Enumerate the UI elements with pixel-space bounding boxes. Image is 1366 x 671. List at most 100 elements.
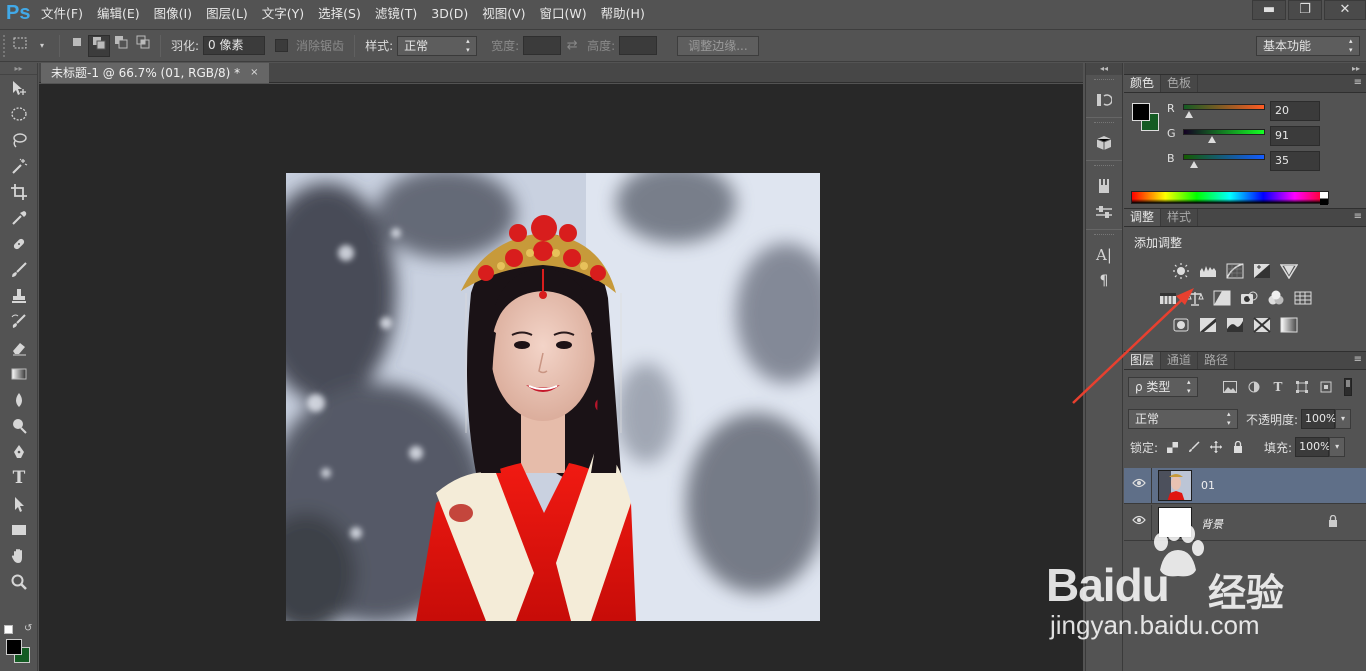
healing-brush-icon[interactable] xyxy=(0,231,38,257)
menu-view[interactable]: 视图(V) xyxy=(475,0,532,27)
feather-input[interactable]: 0 像素 xyxy=(203,36,266,55)
menu-help[interactable]: 帮助(H) xyxy=(594,0,652,27)
tab-styles[interactable]: 样式 xyxy=(1161,209,1199,226)
restore-button[interactable]: ❐ xyxy=(1288,0,1322,20)
tab-channels[interactable]: 通道 xyxy=(1161,352,1199,369)
document-image[interactable] xyxy=(286,173,820,621)
selective-color-icon[interactable] xyxy=(1251,315,1273,335)
tab-swatches[interactable]: 色板 xyxy=(1161,75,1199,92)
workspace-select[interactable]: 基本功能 xyxy=(1256,35,1360,56)
tab-layers[interactable]: 图层 xyxy=(1124,352,1162,369)
move-tool-icon[interactable] xyxy=(0,75,38,101)
opacity-dropdown-icon[interactable]: ▾ xyxy=(1335,409,1352,429)
foreground-swatch[interactable] xyxy=(1132,103,1150,121)
lock-transparent-icon[interactable] xyxy=(1164,439,1180,455)
eraser-tool-icon[interactable] xyxy=(0,335,38,361)
eyedropper-icon[interactable] xyxy=(0,205,38,231)
panels-collapse-icon[interactable]: ▸▸ xyxy=(1124,63,1366,75)
channel-value-input[interactable]: 35 xyxy=(1270,151,1320,171)
style-select[interactable]: 正常 xyxy=(397,35,478,56)
visibility-eye-icon[interactable] xyxy=(1132,478,1148,492)
opacity-input[interactable]: 100% xyxy=(1301,409,1337,429)
adjustment-filter-icon[interactable] xyxy=(1244,378,1264,396)
intersect-selection-icon[interactable] xyxy=(132,35,154,57)
slider-thumb-icon[interactable] xyxy=(1185,111,1194,118)
swap-colors-icon[interactable]: ↺ xyxy=(24,623,32,634)
panel-menu-icon[interactable]: ≡ xyxy=(1354,77,1362,89)
new-selection-icon[interactable] xyxy=(66,35,88,57)
add-selection-icon[interactable] xyxy=(88,34,110,57)
type-filter-icon[interactable]: T xyxy=(1268,378,1288,396)
toolbar-collapse-icon[interactable]: ▸▸ xyxy=(0,63,37,75)
default-colors-icon[interactable] xyxy=(4,625,13,634)
invert-icon[interactable] xyxy=(1170,315,1192,335)
color-lookup-icon[interactable] xyxy=(1292,288,1314,308)
height-input[interactable] xyxy=(619,36,658,55)
blend-mode-select[interactable]: 正常 xyxy=(1128,409,1238,429)
path-selection-icon[interactable] xyxy=(0,491,38,517)
levels-icon[interactable] xyxy=(1197,261,1219,281)
type-tool-icon[interactable]: T xyxy=(0,465,38,491)
layer-thumbnail[interactable] xyxy=(1158,507,1192,538)
dock-grip[interactable] xyxy=(1094,79,1114,87)
curves-icon[interactable] xyxy=(1224,261,1246,281)
panel-menu-icon[interactable]: ≡ xyxy=(1354,211,1362,223)
visibility-eye-icon[interactable] xyxy=(1132,515,1148,529)
dock-grip[interactable] xyxy=(1094,234,1114,242)
tab-adjustments[interactable]: 调整 xyxy=(1124,209,1162,226)
pen-tool-icon[interactable] xyxy=(0,439,38,465)
layer-row[interactable]: 01 xyxy=(1124,468,1366,504)
channel-value-input[interactable]: 91 xyxy=(1270,126,1320,146)
menu-type[interactable]: 文字(Y) xyxy=(255,0,311,27)
zoom-tool-icon[interactable] xyxy=(0,569,38,595)
fill-input[interactable]: 100% xyxy=(1295,437,1331,457)
lock-all-icon[interactable] xyxy=(1230,439,1246,455)
rectangle-tool-icon[interactable] xyxy=(0,517,38,543)
magic-wand-icon[interactable] xyxy=(0,153,38,179)
black-white-icon[interactable] xyxy=(1211,288,1233,308)
brush-presets-icon[interactable] xyxy=(1086,173,1122,199)
brush-settings-icon[interactable] xyxy=(1086,199,1122,225)
width-input[interactable] xyxy=(523,36,562,55)
channel-value-input[interactable]: 20 xyxy=(1270,101,1320,121)
refine-edge-button[interactable]: 调整边缘... xyxy=(677,35,759,56)
menu-3d[interactable]: 3D(D) xyxy=(424,0,475,27)
color-spectrum-bar[interactable] xyxy=(1131,191,1329,205)
clone-stamp-icon[interactable] xyxy=(0,283,38,309)
channel-slider[interactable] xyxy=(1183,129,1265,135)
photo-filter-icon[interactable] xyxy=(1238,288,1260,308)
close-button[interactable]: ✕ xyxy=(1324,0,1366,20)
history-panel-icon[interactable] xyxy=(1086,87,1122,113)
dock-grip[interactable] xyxy=(1094,165,1114,173)
antialias-checkbox[interactable] xyxy=(275,39,289,52)
exposure-icon[interactable] xyxy=(1251,261,1273,281)
menu-image[interactable]: 图像(I) xyxy=(147,0,199,27)
foreground-color-chip[interactable] xyxy=(6,639,22,655)
menu-file[interactable]: 文件(F) xyxy=(34,0,90,27)
blur-tool-icon[interactable] xyxy=(0,387,38,413)
color-balance-icon[interactable] xyxy=(1184,288,1206,308)
panel-menu-icon[interactable]: ≡ xyxy=(1354,354,1362,366)
layer-name[interactable]: 背景 xyxy=(1201,516,1223,532)
channel-slider[interactable] xyxy=(1183,104,1265,110)
menu-select[interactable]: 选择(S) xyxy=(311,0,368,27)
menu-layer[interactable]: 图层(L) xyxy=(199,0,255,27)
subtract-selection-icon[interactable] xyxy=(110,35,132,57)
filter-toggle-switch[interactable] xyxy=(1344,378,1352,396)
brush-tool-icon[interactable] xyxy=(0,257,38,283)
elliptical-marquee-icon[interactable] xyxy=(0,101,38,127)
character-panel-icon[interactable]: A| xyxy=(1086,242,1122,268)
minimize-button[interactable]: ▬ xyxy=(1252,0,1286,20)
tab-paths[interactable]: 路径 xyxy=(1198,352,1236,369)
dodge-tool-icon[interactable] xyxy=(0,413,38,439)
rect-marquee-preset-icon[interactable] xyxy=(9,35,31,57)
layer-filter-kind-select[interactable]: ρ 类型 xyxy=(1128,377,1198,397)
fill-dropdown-icon[interactable]: ▾ xyxy=(1329,437,1346,457)
brightness-contrast-icon[interactable] xyxy=(1170,261,1192,281)
close-tab-icon[interactable]: × xyxy=(250,63,258,83)
canvas-area[interactable] xyxy=(39,84,1083,671)
slider-thumb-icon[interactable] xyxy=(1208,136,1217,143)
swap-dimensions-icon[interactable]: ⇄ xyxy=(561,35,583,57)
threshold-icon[interactable] xyxy=(1224,315,1246,335)
gradient-map-icon[interactable] xyxy=(1278,315,1300,335)
